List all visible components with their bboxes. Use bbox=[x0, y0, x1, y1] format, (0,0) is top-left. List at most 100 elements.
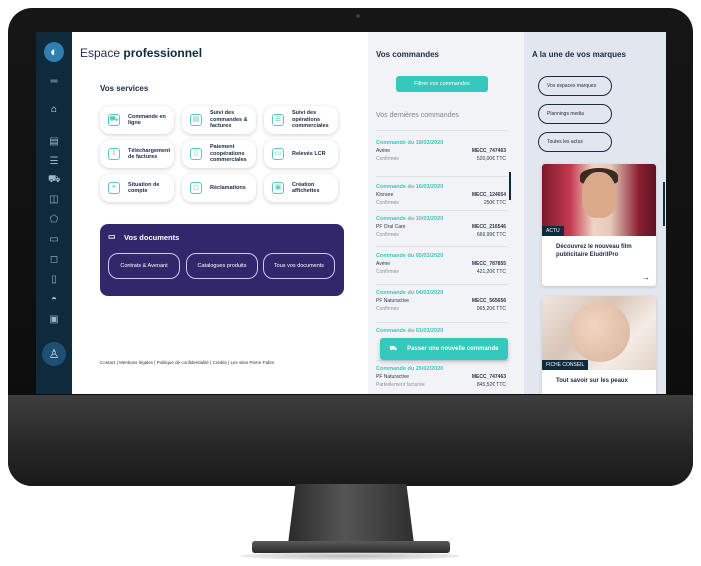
dashboard-icon: ◓ bbox=[108, 182, 120, 194]
order-brand: Klorane bbox=[376, 192, 394, 198]
order-date: Commande du 16/03/2020 bbox=[376, 184, 444, 190]
card-text: Tout savoir sur les peaux bbox=[556, 378, 628, 384]
stand-shadow bbox=[240, 552, 460, 560]
order-item[interactable]: Commande du 10/03/2020 PF Oral Care MECC_… bbox=[376, 216, 506, 250]
order-brand: PF Naturactive bbox=[376, 374, 410, 380]
contrats-button[interactable]: Contrats & Avenant bbox=[108, 253, 180, 279]
filter-orders-button[interactable]: Filtrer vos commandes bbox=[396, 76, 488, 92]
all-news-button[interactable]: Toutes les actus bbox=[538, 132, 612, 152]
brands-title: A la une de vos marques bbox=[532, 50, 626, 59]
card-text: Découvrez le nouveau film publicitaire E… bbox=[556, 244, 632, 258]
file-icon[interactable]: ▯ bbox=[48, 274, 60, 286]
menu-icon[interactable]: ═ bbox=[48, 76, 60, 88]
advice-image: FICHE CONSEIL bbox=[542, 296, 656, 370]
order-amount: 666,99€ TTC bbox=[476, 232, 506, 238]
service-telechargement-factures[interactable]: ⇩ Téléchargement de factures bbox=[100, 140, 174, 168]
divider bbox=[376, 210, 508, 211]
user-icon[interactable]: ♙ bbox=[42, 342, 66, 366]
order-status: Confirmée bbox=[376, 200, 400, 206]
service-label: Situation de compte bbox=[128, 181, 160, 195]
service-label: Création affichettes bbox=[292, 181, 320, 195]
download-icon: ⇩ bbox=[108, 148, 120, 160]
orders-panel: Vos commandes Filtrer vos commandes Vos … bbox=[368, 32, 524, 394]
card-tag: FICHE CONSEIL bbox=[542, 360, 589, 370]
divider bbox=[376, 284, 508, 285]
order-date: Commande du 01/03/2020 bbox=[376, 328, 444, 334]
divider bbox=[376, 130, 508, 131]
arrow-right-icon[interactable]: → bbox=[642, 273, 650, 282]
card-tag: ACTU bbox=[542, 226, 564, 236]
folder-icon: ▭ bbox=[108, 232, 116, 241]
sidebar: ◐ ═ ⌂ ▤ ☰ ⛟ ◫ ⬠ ▭ ◻ ▯ ◓ ▣ ♙ bbox=[36, 32, 72, 394]
cart-icon[interactable]: ⛟ bbox=[48, 174, 61, 186]
catalogues-button[interactable]: Catalogues produits bbox=[186, 253, 258, 279]
box-icon[interactable]: ◫ bbox=[48, 194, 60, 206]
order-date: Commande du 18/03/2020 bbox=[376, 140, 444, 146]
order-ref: MECC_124654 bbox=[471, 192, 506, 198]
chat-icon: ◻ bbox=[190, 182, 202, 194]
service-label: Paiement coopérations commerciales bbox=[210, 144, 247, 164]
document-icon[interactable]: ▤ bbox=[48, 136, 60, 148]
camera bbox=[356, 14, 360, 18]
service-releves-lcr[interactable]: ▭ Relevés LCR bbox=[264, 140, 338, 168]
advice-card[interactable]: FICHE CONSEIL Tout savoir sur les peaux bbox=[542, 296, 656, 394]
page-title: Espace professionnel bbox=[80, 46, 202, 60]
card-icon[interactable]: ▭ bbox=[48, 234, 60, 246]
main-panel: Espace professionnel Vos services ⛟ Comm… bbox=[72, 32, 368, 394]
dashboard-icon[interactable]: ◓ bbox=[48, 294, 60, 306]
news-image: ACTU bbox=[542, 164, 656, 236]
list-icon[interactable]: ☰ bbox=[48, 156, 60, 168]
service-label: Commande en ligne bbox=[128, 113, 166, 127]
divider bbox=[376, 176, 508, 177]
orders-title: Vos commandes bbox=[376, 50, 439, 59]
media-plannings-button[interactable]: Plannings media bbox=[538, 104, 612, 124]
order-amount: 250€ TTC bbox=[483, 200, 506, 206]
chat-icon[interactable]: ◻ bbox=[48, 254, 60, 266]
news-card[interactable]: ACTU Découvrez le nouveau film publicita… bbox=[542, 164, 656, 286]
order-item[interactable]: Commande du 25/02/2020 PF Naturactive MEC… bbox=[376, 366, 506, 394]
scrollbar[interactable] bbox=[509, 172, 511, 200]
order-item[interactable]: Commande du 18/03/2020 Avène MECC_747463 … bbox=[376, 140, 506, 174]
imac-mockup: ◐ ═ ⌂ ▤ ☰ ⛟ ◫ ⬠ ▭ ◻ ▯ ◓ ▣ ♙ Espace profe… bbox=[0, 0, 701, 566]
monitor-stand bbox=[288, 484, 414, 544]
new-order-button[interactable]: ⛟ Passer une nouvelle commande bbox=[380, 338, 508, 360]
service-paiement-cooperations[interactable]: ▯ Paiement coopérations commerciales bbox=[182, 140, 256, 168]
order-brand: Avène bbox=[376, 148, 391, 154]
order-amount: 520,00€ TTC bbox=[476, 156, 506, 162]
portrait-face bbox=[582, 172, 616, 218]
order-ref: MECC_787855 bbox=[471, 261, 506, 267]
monitor-chin bbox=[8, 395, 693, 486]
order-amount: 845,52€ TTC bbox=[476, 382, 506, 388]
service-suivi-operations[interactable]: ☰ Suivi des opérations commerciales bbox=[264, 106, 338, 134]
documents-panel: ▭ Vos documents Contrats & Avenant Catal… bbox=[100, 224, 344, 296]
screen: ◐ ═ ⌂ ▤ ☰ ⛟ ◫ ⬠ ▭ ◻ ▯ ◓ ▣ ♙ Espace profe… bbox=[36, 32, 666, 394]
service-situation-compte[interactable]: ◓ Situation de compte bbox=[100, 174, 174, 202]
order-status: Confirmée bbox=[376, 269, 400, 275]
order-amount: 965,20€ TTC bbox=[476, 306, 506, 312]
documents-title: ▭ Vos documents bbox=[108, 232, 179, 242]
order-item[interactable]: Commande du 04/03/2020 PF Naturactive MEC… bbox=[376, 290, 506, 324]
service-suivi-commandes[interactable]: ▤ Suivi des commandes & factures bbox=[182, 106, 256, 134]
cart-icon: ⛟ bbox=[108, 114, 120, 126]
home-icon[interactable]: ⌂ bbox=[48, 104, 60, 116]
order-item[interactable]: Commande du 16/03/2020 Klorane MECC_12465… bbox=[376, 184, 506, 218]
service-creation-affichettes[interactable]: ▣ Création affichettes bbox=[264, 174, 338, 202]
order-ref: MECC_747463 bbox=[471, 374, 506, 380]
service-label: Suivi des commandes & factures bbox=[210, 110, 248, 130]
media-icon[interactable]: ▣ bbox=[48, 314, 60, 326]
order-brand: Avène bbox=[376, 261, 391, 267]
service-reclamations[interactable]: ◻ Réclamations bbox=[182, 174, 256, 202]
all-documents-button[interactable]: Tous vos documents bbox=[263, 253, 335, 279]
footer-links[interactable]: Contact | Mentions légales | Politique d… bbox=[100, 360, 275, 365]
tag-icon[interactable]: ⬠ bbox=[48, 214, 60, 226]
logo-icon[interactable]: ◐ bbox=[44, 42, 64, 62]
service-label: Téléchargement de factures bbox=[128, 147, 171, 161]
service-commande-en-ligne[interactable]: ⛟ Commande en ligne bbox=[100, 106, 174, 134]
scrollbar[interactable] bbox=[663, 182, 665, 226]
order-date: Commande du 05/03/2020 bbox=[376, 253, 444, 259]
order-item[interactable]: Commande du 05/03/2020 Avène MECC_787855 … bbox=[376, 253, 506, 287]
order-ref: MECC_747463 bbox=[471, 148, 506, 154]
brand-spaces-button[interactable]: Vos espaces marques bbox=[538, 76, 612, 96]
new-order-label: Passer une nouvelle commande bbox=[407, 346, 499, 352]
page-title-bold: professionnel bbox=[123, 46, 203, 60]
